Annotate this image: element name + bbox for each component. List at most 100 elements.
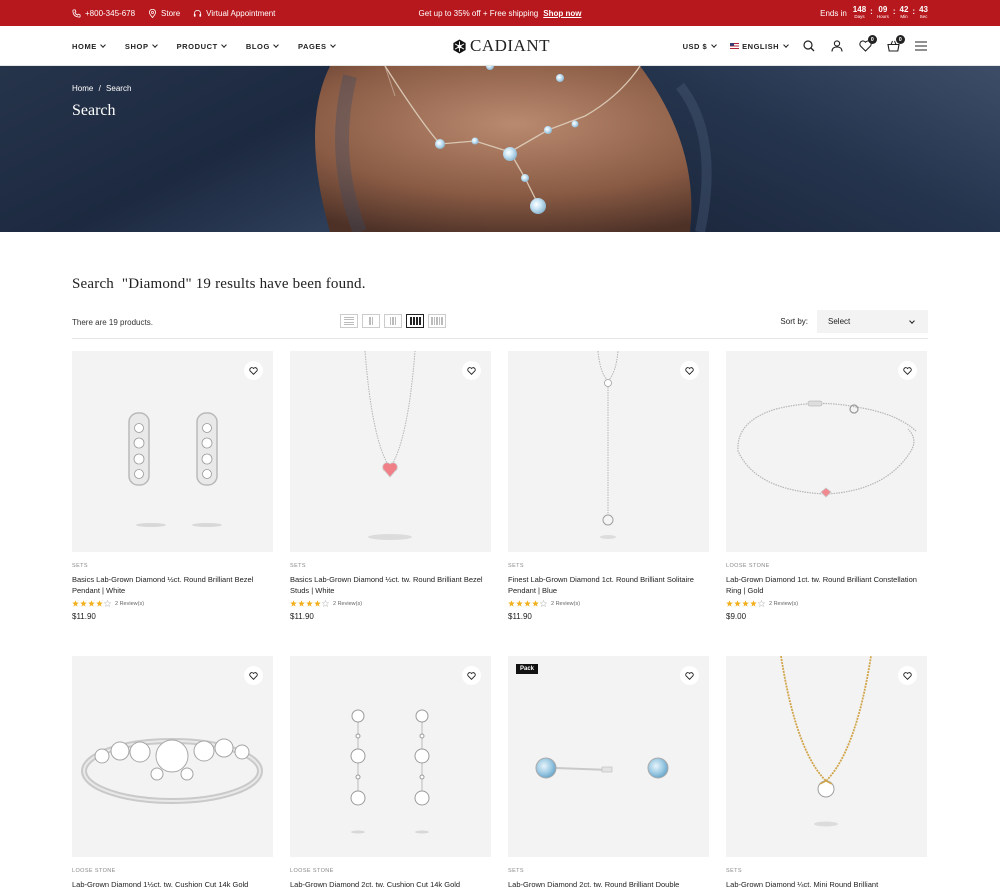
product-price: $9.00	[726, 612, 747, 621]
list-view-button[interactable]	[340, 314, 358, 328]
product-card[interactable]: SETS Finest Lab-Grown Diamond 1ct. Round…	[508, 351, 709, 621]
add-to-wishlist-button[interactable]	[898, 361, 917, 380]
product-name[interactable]: Lab-Grown Diamond 2ct. tw. Cushion Cut 1…	[290, 880, 491, 889]
account-button[interactable]	[830, 39, 844, 53]
star-filled-icon	[524, 600, 531, 607]
nav-home[interactable]: HOME	[72, 41, 106, 51]
product-name[interactable]: Finest Lab-Grown Diamond 1ct. Round Bril…	[508, 575, 709, 596]
star-filled-icon	[314, 600, 321, 607]
product-name[interactable]: Lab-Grown Diamond 1½ct. tw. Cushion Cut …	[72, 880, 273, 889]
phone-link[interactable]: +800-345-678	[72, 9, 135, 18]
cart-button[interactable]: 0	[886, 35, 905, 53]
heart-icon	[467, 671, 476, 680]
product-image[interactable]	[726, 656, 927, 857]
grid-column-icon	[394, 317, 397, 325]
product-image[interactable]	[290, 656, 491, 857]
product-card[interactable]: SETS Basics Lab-Grown Diamond ½ct. tw. R…	[290, 351, 491, 621]
product-card[interactable]: LOOSE STONE Lab-Grown Diamond 1½ct. tw. …	[72, 656, 273, 889]
grid-4-view-button[interactable]	[406, 314, 424, 328]
product-card[interactable]: Pack SETS Lab-Grown Diamond 2ct. tw. Rou…	[508, 656, 709, 889]
countdown-label: Days	[854, 14, 865, 20]
currency-selector[interactable]: USD $	[683, 42, 717, 51]
shop-now-link[interactable]: Shop now	[543, 9, 581, 18]
language-selector[interactable]: ENGLISH	[730, 42, 789, 51]
search-button[interactable]	[802, 39, 816, 53]
breadcrumb-home[interactable]: Home	[72, 84, 93, 93]
product-card[interactable]: SETS Lab-Grown Diamond ¼ct. Mini Round B…	[726, 656, 927, 889]
product-category: LOOSE STONE	[72, 868, 116, 874]
product-image[interactable]	[72, 656, 273, 857]
chevron-down-icon	[783, 42, 789, 48]
grid-column-icon	[409, 317, 412, 325]
add-to-wishlist-button[interactable]	[462, 666, 481, 685]
list-view-icon	[344, 316, 354, 318]
nav-blog[interactable]: BLOG	[246, 42, 279, 51]
chevron-down-icon	[711, 42, 717, 48]
product-image[interactable]	[726, 351, 927, 552]
add-to-wishlist-button[interactable]	[898, 666, 917, 685]
virtual-appointment-link[interactable]: Virtual Appointment	[193, 9, 275, 18]
logo-text: CADIANT	[470, 36, 550, 55]
headset-icon	[194, 9, 202, 17]
product-name[interactable]: Basics Lab-Grown Diamond ½ct. Round Bril…	[72, 575, 273, 596]
heart-icon	[467, 366, 476, 375]
nav-label: HOME	[72, 41, 97, 51]
chevron-down-icon	[151, 42, 158, 48]
page-title: Search	[72, 102, 116, 119]
star-filled-icon	[516, 600, 523, 607]
nav-pages[interactable]: PAGES	[297, 41, 336, 51]
site-logo[interactable]: CADIANT	[452, 26, 550, 66]
grid-5-view-button[interactable]	[428, 314, 446, 328]
phone-icon	[72, 8, 81, 18]
product-card[interactable]: LOOSE STONE Lab-Grown Diamond 1ct. tw. R…	[726, 351, 927, 621]
countdown-label: Min	[900, 14, 908, 20]
product-card[interactable]: SETS Basics Lab-Grown Diamond ½ct. Round…	[72, 351, 273, 621]
add-to-wishlist-button[interactable]	[244, 666, 263, 685]
product-name[interactable]: Lab-Grown Diamond ¼ct. Mini Round Brilli…	[726, 880, 927, 889]
add-to-wishlist-button[interactable]	[680, 666, 699, 685]
user-icon	[831, 40, 843, 52]
nav-product[interactable]: PRODUCT	[176, 41, 227, 51]
countdown-label: Sec	[919, 14, 928, 20]
nav-shop[interactable]: SHOP	[125, 42, 158, 51]
list-view-icon	[344, 321, 354, 323]
product-image[interactable]	[508, 351, 709, 552]
chevron-down-icon	[100, 42, 106, 48]
star-empty-icon	[758, 600, 765, 607]
countdown-label: Hours	[876, 14, 889, 20]
product-image[interactable]: Pack	[508, 656, 709, 857]
product-name[interactable]: Lab-Grown Diamond 1ct. tw. Round Brillia…	[726, 575, 927, 596]
star-filled-icon	[96, 600, 103, 607]
nav-label: PRODUCT	[176, 41, 218, 51]
product-name[interactable]: Basics Lab-Grown Diamond ½ct. tw. Round …	[290, 575, 491, 596]
add-to-wishlist-button[interactable]	[680, 361, 699, 380]
countdown-days: 148 Days	[853, 6, 866, 20]
star-rating	[726, 600, 765, 607]
countdown-value: 148	[852, 5, 867, 15]
grid-3-view-button[interactable]	[384, 314, 402, 328]
product-image[interactable]	[290, 351, 491, 552]
countdown-hours: 09 Hours	[877, 6, 889, 20]
product-card[interactable]: LOOSE STONE Lab-Grown Diamond 2ct. tw. C…	[290, 656, 491, 889]
add-to-wishlist-button[interactable]	[244, 361, 263, 380]
menu-button[interactable]	[914, 39, 928, 53]
add-to-wishlist-button[interactable]	[462, 361, 481, 380]
countdown-value: 09	[878, 5, 888, 15]
product-name[interactable]: Lab-Grown Diamond 2ct. tw. Round Brillia…	[508, 880, 709, 889]
product-rating: 2 Review(s)	[72, 600, 273, 607]
location-pin-icon	[148, 8, 157, 18]
nav-label: PAGES	[297, 41, 327, 51]
product-category: LOOSE STONE	[726, 563, 770, 569]
grid-2-view-button[interactable]	[362, 314, 380, 328]
chevron-down-icon	[221, 42, 227, 48]
product-category: LOOSE STONE	[290, 868, 334, 874]
grid-column-icon	[392, 317, 394, 325]
star-filled-icon	[72, 600, 79, 607]
sort-label: Sort by:	[780, 317, 808, 326]
product-price: $11.90	[508, 612, 532, 621]
sort-select[interactable]: Select	[817, 310, 928, 333]
store-link[interactable]: Store	[148, 8, 180, 18]
wishlist-button[interactable]: 0	[858, 35, 877, 53]
banner-necklace-image	[0, 66, 1000, 232]
product-image[interactable]	[72, 351, 273, 552]
